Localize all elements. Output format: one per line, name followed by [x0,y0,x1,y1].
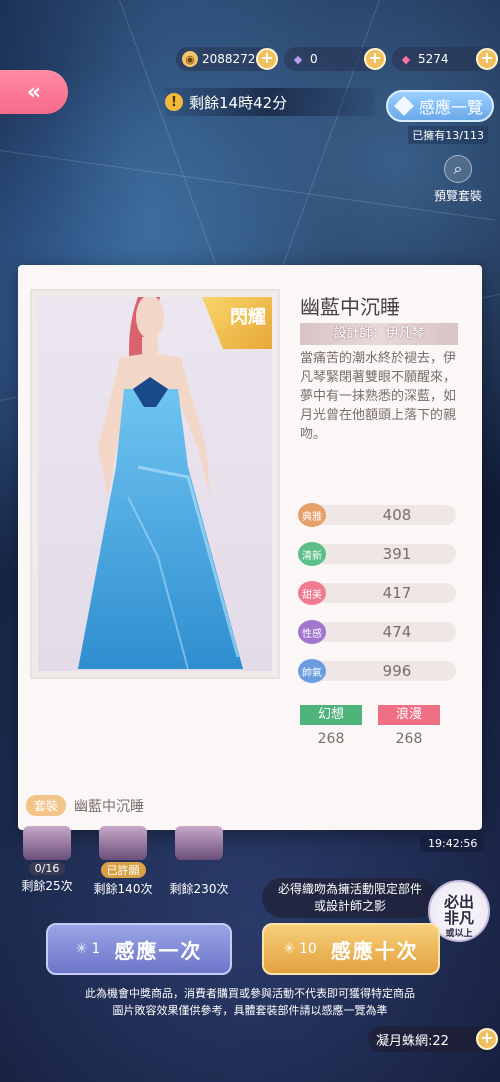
stat-value: 996 [382,662,412,680]
pool-wished-tag: 已許願 [100,862,146,878]
pull-once-button[interactable]: ✳ 1 感應一次 [46,923,232,975]
pull-cost: ✳ 1 [76,941,101,957]
purple-diamond-icon: ◆ [293,52,303,66]
stat-value: 474 [382,623,412,641]
gold-amount: 20882724 [202,52,264,66]
attribute-value: 268 [395,731,423,747]
sexy-icon: 性感 [298,620,326,644]
purple-diamond-amount: 0 [310,52,318,66]
outfit-description: 當痛苦的潮水終於褪去，伊凡琴緊閉著雙眼不願醒來，夢中有一抹熟悉的深藍，如月光曾在… [300,351,457,442]
pool-progress: 0/16 [28,862,66,875]
collection-overview-button[interactable]: 感應一覽 [386,90,494,122]
pull-label: 感應一次 [114,938,203,963]
gold-currency: ◉ 20882724 + [176,47,278,71]
elegant-icon: 典雅 [298,503,326,527]
stat-sexy: 性感 474 [298,620,456,644]
pool-thumbnail [99,826,147,860]
disclaimer: 此為機會中獎商品，消費者購買或參與活動不代表即可獲得特定商品 圖片敗容效果僅供參… [0,985,500,1019]
attribute-value: 268 [317,731,345,747]
pool-remaining: 剩餘25次 [21,879,73,893]
pull-cost-count: 10 [298,941,317,957]
alert-icon: ! [165,93,183,111]
back-button[interactable]: « [0,70,68,114]
stat-value: 391 [382,545,412,563]
pink-diamond-icon: ◆ [401,52,411,66]
cat-coin-icon: ◉ [182,51,198,67]
attribute-label: 浪漫 [378,705,440,725]
event-timer: ! 剩餘14時42分 [165,88,375,116]
timer-text: 剩餘14時42分 [189,93,288,112]
web-currency-amount: 凝月蛛網:22 [376,1033,449,1049]
pull-cost-count: 1 [91,941,101,957]
pool-thumbnail [23,826,71,860]
spider-web-icon: ✳ [283,941,295,957]
cool-icon: 帥氣 [298,659,326,683]
stat-fresh: 清新 391 [298,542,456,566]
pull-label: 感應十次 [330,938,419,963]
outfit-photo-frame: 閃耀 [30,289,280,679]
spider-web-icon: ✳ [75,941,88,957]
outfit-photo: 閃耀 [38,297,272,671]
disclaimer-line: 此為機會中獎商品，消費者購買或參與活動不代表即可獲得特定商品 [85,987,415,1000]
stat-value: 408 [382,506,412,524]
add-purple-diamond-button[interactable]: + [364,48,386,70]
stat-sweet: 甜美 417 [298,581,456,605]
guarantee-line: 必得織吻為擁活動限定部件 [277,882,422,896]
fresh-icon: 清新 [298,542,326,566]
set-name: 幽藍中沉睡 [74,798,145,815]
attribute-romantic: 浪漫 268 [378,705,440,747]
guarantee-line: 或設計師之影 [313,899,386,913]
outfit-title: 幽藍中沉睡 [300,295,400,319]
dress-illustration [78,297,243,670]
preview-label: 預覽套裝 [433,189,482,203]
outfit-detail-card: 閃耀 幽藍中沉睡 設計師：伊凡琴 當痛苦的潮水終於褪去，伊凡琴緊閉著雙眼不願醒來… [18,265,482,830]
disclaimer-line: 圖片敗容效果僅供參考，具體套裝部件請以感應一覽為準 [112,1004,388,1017]
pull-cost: ✳ 10 [283,941,317,957]
web-currency: 凝月蛛網:22 + [368,1026,498,1052]
pool-item[interactable]: 已許願 剩餘140次 [88,826,158,897]
pool-remaining: 剩餘230次 [169,882,229,896]
pink-diamond-amount: 5274 [418,52,449,66]
stat-elegant: 典雅 408 [298,503,456,527]
back-arrow-icon: « [26,79,42,105]
diamond-icon [394,96,414,116]
purple-diamond-currency: ◆ 0 + [284,47,386,71]
set-info: 套裝 幽藍中沉睡 [26,795,144,816]
pull-ten-button[interactable]: ✳ 10 感應十次 [262,923,440,975]
badge-text: 非凡 [443,909,474,927]
stat-value: 417 [382,584,412,602]
preview-outfit-button[interactable]: ⌕ 預覽套裝 [428,155,488,204]
pool-item[interactable]: 0/16 剩餘25次 [12,826,82,894]
stat-cool: 帥氣 996 [298,659,456,683]
pool-remaining: 剩餘140次 [93,882,153,896]
guarantee-notice: 必得織吻為擁活動限定部件 或設計師之影 [262,878,438,918]
countdown-timer: 19:42:56 [420,835,486,852]
add-pink-diamond-button[interactable]: + [476,48,498,70]
attribute-label: 幻想 [300,705,362,725]
collection-label: 感應一覽 [418,98,483,117]
set-badge: 套裝 [26,795,67,816]
pool-thumbnail [175,826,223,860]
attribute-fantasy: 幻想 268 [300,705,362,747]
sweet-icon: 甜美 [298,581,326,605]
magnifier-icon: ⌕ [444,155,472,183]
add-gold-button[interactable]: + [256,48,278,70]
pink-diamond-currency: ◆ 5274 + [392,47,498,71]
owned-count: 已擁有13/113 [408,126,488,144]
pool-item[interactable]: 剩餘230次 [164,826,234,897]
add-web-currency-button[interactable]: + [476,1028,498,1050]
designer-label: 設計師：伊凡琴 [300,323,458,345]
